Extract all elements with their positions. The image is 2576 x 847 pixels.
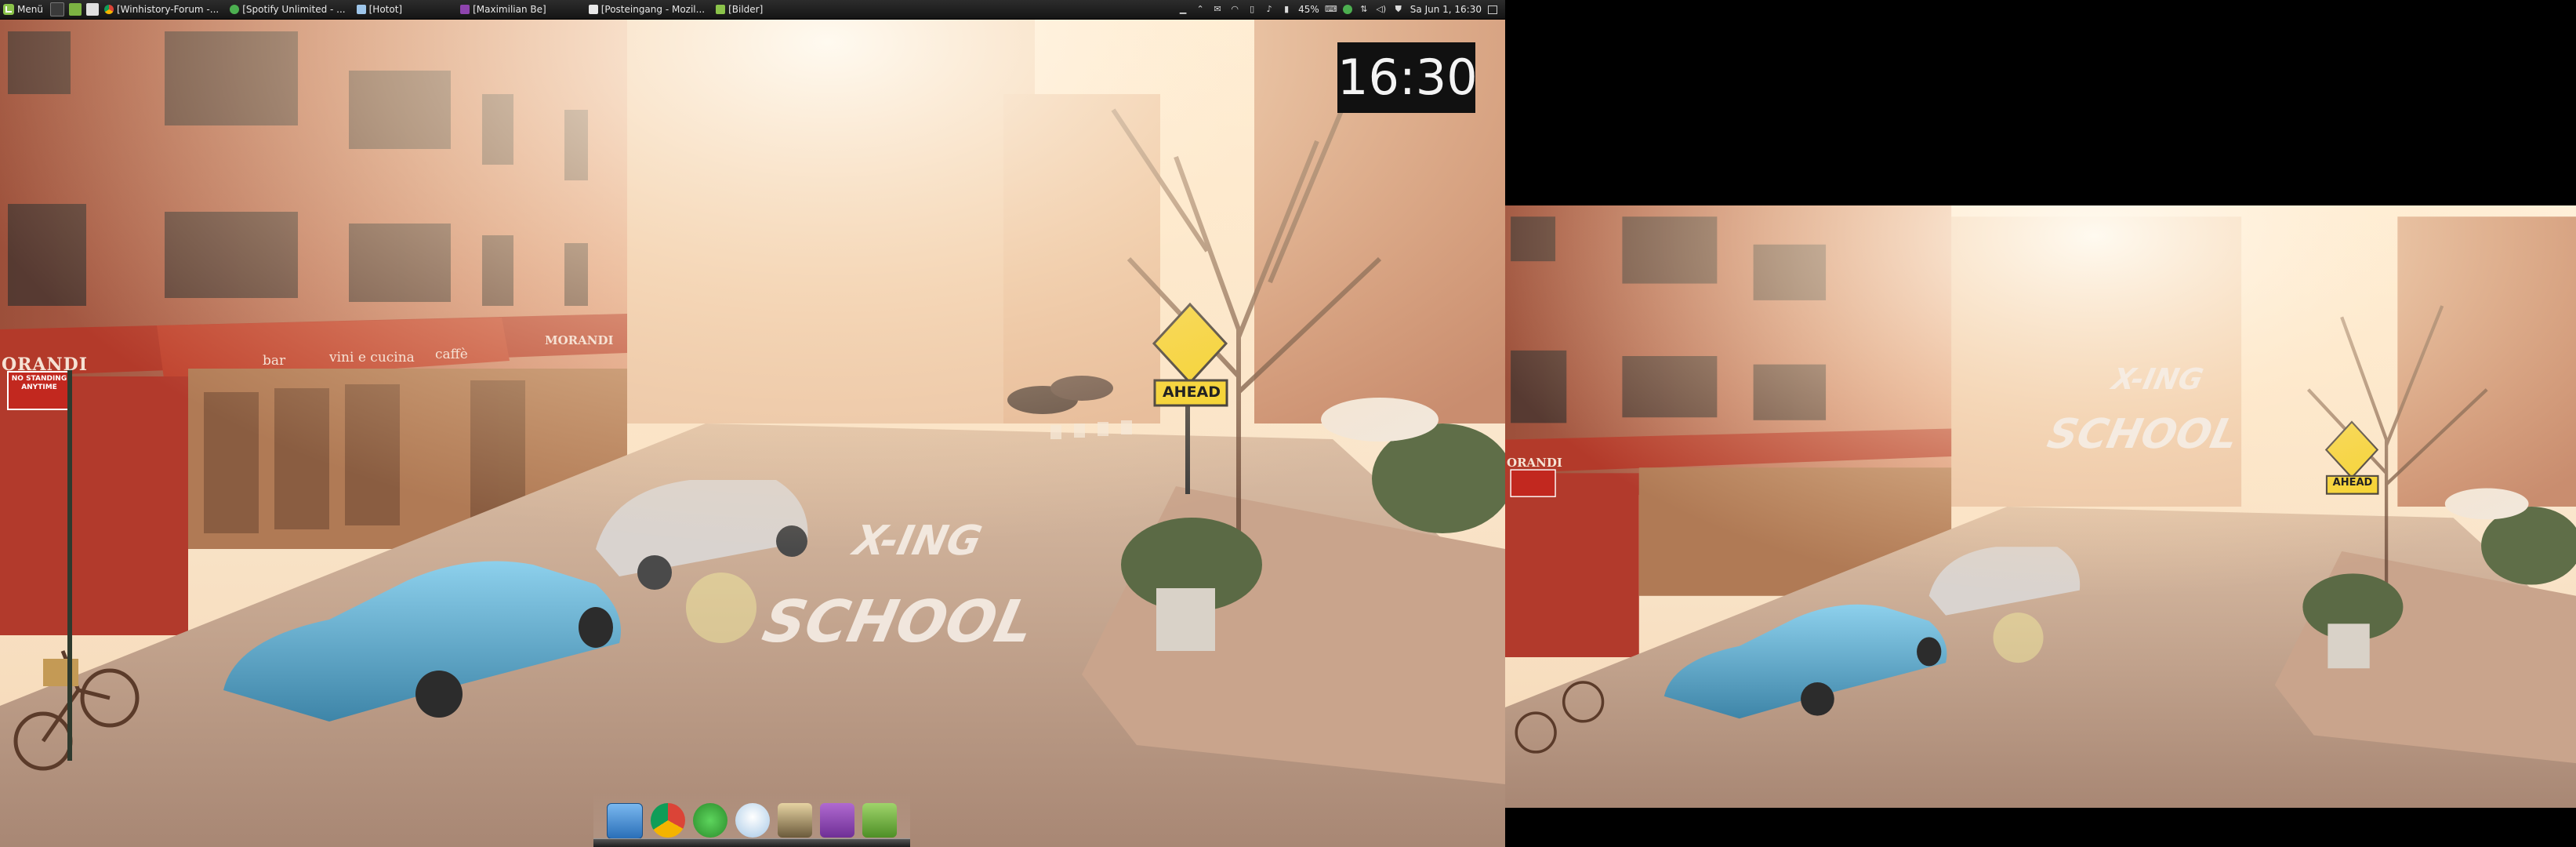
wifi-icon[interactable]: ◠ — [1229, 4, 1240, 15]
taskbar-item-winhistory[interactable]: [Winhistory-Forum -... — [101, 0, 227, 19]
dock — [593, 792, 910, 847]
chrome-icon — [103, 5, 114, 14]
text-editor-icon[interactable] — [85, 3, 99, 16]
spotify-icon[interactable] — [693, 803, 727, 838]
no-standing-line2: ANYTIME — [21, 384, 57, 391]
hotot-icon — [356, 5, 366, 14]
top-panel: Menü [Winhistory-Forum -... [Spotify Unl… — [0, 0, 1505, 20]
right-monitor: X-ING SCHOOL AHEAD ORANDI — [1505, 0, 2576, 847]
awning-text-caffe: caffè — [435, 347, 468, 362]
awning-text-morandi: MORANDI — [545, 333, 614, 347]
taskbar-item-label: [Posteingang - Mozil... — [600, 4, 706, 15]
thunderbird-icon[interactable] — [778, 803, 812, 838]
battery-percent: 45% — [1298, 4, 1319, 15]
panel-clock[interactable]: Sa Jun 1, 16:30 — [1410, 0, 1482, 19]
music-note-icon[interactable]: ♪ — [1264, 4, 1275, 15]
chat-icon — [460, 5, 470, 14]
minimize-arrow-icon[interactable]: ▁ — [1177, 4, 1188, 15]
road-marking-school-right: SCHOOL — [2043, 411, 2243, 458]
school-sign-ahead-right: AHEAD — [2332, 477, 2373, 489]
spotify-tray-icon[interactable] — [1342, 5, 1352, 14]
window-list-icon[interactable] — [1488, 5, 1497, 14]
folder-icon — [716, 5, 726, 14]
taskbar-item-label: [Spotify Unlimited - ... — [242, 4, 346, 15]
menu-button[interactable]: Menü — [0, 0, 48, 19]
road-marking-school: SCHOOL — [756, 588, 1040, 656]
mint-logo-icon — [3, 4, 14, 15]
volume-icon[interactable]: ◁) — [1376, 4, 1387, 15]
hotot-icon[interactable] — [735, 803, 770, 838]
school-sign-ahead: AHEAD — [1162, 384, 1221, 401]
taskbar-item-bilder[interactable]: [Bilder] — [713, 0, 771, 19]
battery-icon[interactable]: ▮ — [1281, 4, 1292, 15]
device-icon[interactable]: ▯ — [1246, 4, 1257, 15]
thunderbird-icon — [588, 5, 598, 14]
chevron-up-icon[interactable]: ⌃ — [1195, 4, 1206, 15]
shop-sign-right: ORANDI — [1507, 456, 1562, 470]
wallpaper-street-scene-scaled — [1505, 205, 2576, 808]
taskbar-item-label: [Bilder] — [728, 4, 764, 15]
keyboard-icon[interactable]: ⌨ — [1325, 4, 1337, 15]
awning-text-bar: bar — [263, 353, 286, 369]
files-icon[interactable] — [68, 3, 82, 16]
no-standing-line1: NO STANDING — [11, 375, 67, 383]
wallpaper-street-scene — [0, 0, 1505, 847]
clock-desklet: 16:30 — [1337, 42, 1478, 113]
terminal-icon[interactable] — [49, 2, 64, 16]
taskbar-item-label: [Winhistory-Forum -... — [116, 4, 220, 15]
chat-icon[interactable] — [820, 803, 854, 838]
taskbar-item-thunderbird[interactable]: [Posteingang - Mozil... — [586, 0, 713, 19]
taskbar-item-chat[interactable]: [Maximilian Be] — [457, 0, 554, 19]
taskbar-item-label: [Hotot] — [368, 4, 403, 15]
app-store-icon[interactable] — [607, 803, 643, 839]
desktop: ORANDI bar vini e cucina caffè MORANDI N… — [0, 0, 2576, 847]
taskbar-item-spotify[interactable]: [Spotify Unlimited - ... — [227, 0, 353, 19]
no-standing-sign: NO STANDING ANYTIME — [9, 375, 69, 392]
files-icon[interactable] — [862, 803, 897, 838]
road-marking-xing-right: X-ING — [2109, 362, 2207, 396]
chrome-icon[interactable] — [651, 803, 685, 838]
dock-shelf — [593, 838, 910, 847]
taskbar-item-hotot[interactable]: [Hotot] — [354, 0, 410, 19]
spotify-icon — [230, 5, 240, 14]
right-wallpaper: X-ING SCHOOL AHEAD ORANDI — [1505, 205, 2576, 808]
awning-text-vini: vini e cucina — [329, 350, 415, 365]
road-marking-xing: X-ING — [849, 518, 986, 565]
menu-label: Menü — [17, 4, 43, 15]
mail-icon[interactable]: ✉ — [1212, 4, 1223, 15]
shop-sign: ORANDI — [2, 354, 88, 375]
shield-icon[interactable]: ⛊ — [1393, 4, 1404, 15]
taskbar-item-label: [Maximilian Be] — [473, 4, 546, 15]
system-tray: ▁ ⌃ ✉ ◠ ▯ ♪ ▮ 45% ⌨ ⇅ ◁) ⛊ Sa Jun 1, 16:… — [1174, 0, 1505, 19]
left-monitor: ORANDI bar vini e cucina caffè MORANDI N… — [0, 0, 1505, 847]
network-icon[interactable]: ⇅ — [1359, 4, 1370, 15]
